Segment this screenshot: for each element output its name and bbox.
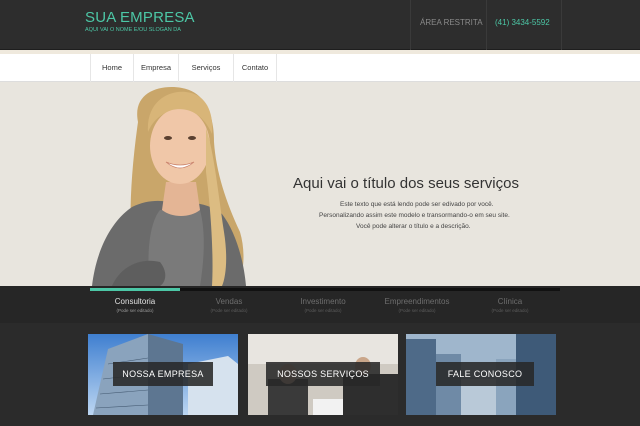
- tab-indicator-track: [180, 288, 560, 291]
- hero-description-line: Este texto que está lendo pode ser ediva…: [340, 201, 494, 208]
- main-nav: Home Empresa Serviços Contato: [0, 54, 640, 82]
- header-divider: [486, 0, 487, 50]
- restricted-area-link[interactable]: ÁREA RESTRITA: [420, 18, 483, 27]
- feature-label-fale-conosco[interactable]: FALE CONOSCO: [436, 362, 534, 386]
- feature-boxes: NOSSA EMPRESA NOSSOS SERVIÇOS FALE CONOS…: [0, 323, 640, 426]
- phone-number: (41) 3434-5592: [495, 18, 550, 27]
- tab-empreendimentos-sub: (Pode ser editado): [398, 308, 436, 313]
- nav-item-empresa[interactable]: Empresa: [133, 54, 178, 82]
- tab-indicator-active: [90, 288, 180, 291]
- hero-banner: Aqui vai o título dos seus serviços Este…: [0, 82, 640, 286]
- logo-slogan: AQUI VAI O NOME E/OU SLOGAN DA: [85, 27, 181, 33]
- hero-description-line: Personalizando assim este modelo e trans…: [319, 212, 510, 219]
- tab-investimento[interactable]: Investimento: [276, 297, 370, 306]
- tab-clinica[interactable]: Clínica: [463, 297, 557, 306]
- feature-label-nossos-servicos[interactable]: NOSSOS SERVIÇOS: [266, 362, 380, 386]
- logo[interactable]: SUA EMPRESA AQUI VAI O NOME E/OU SLOGAN …: [85, 9, 195, 33]
- tab-consultoria-sub: (Pode ser editado): [116, 308, 154, 313]
- tab-investimento-sub: (Pode ser editado): [304, 308, 342, 313]
- site-header: SUA EMPRESA AQUI VAI O NOME E/OU SLOGAN …: [0, 0, 640, 50]
- header-divider: [561, 0, 562, 50]
- nav-item-home[interactable]: Home: [90, 54, 133, 82]
- tab-empreendimentos[interactable]: Empreendimentos: [369, 297, 465, 306]
- feature-box-servicos[interactable]: NOSSOS SERVIÇOS: [248, 334, 398, 415]
- feature-box-contato[interactable]: FALE CONOSCO: [406, 334, 556, 415]
- service-tabs: Consultoria (Pode ser editado) Vendas (P…: [0, 286, 640, 323]
- tab-vendas-sub: (Pode ser editado): [210, 308, 248, 313]
- nav-item-contato[interactable]: Contato: [233, 54, 277, 82]
- feature-box-empresa[interactable]: NOSSA EMPRESA: [88, 334, 238, 415]
- tab-consultoria[interactable]: Consultoria: [88, 297, 182, 306]
- tab-clinica-sub: (Pode ser editado): [491, 308, 529, 313]
- header-divider: [410, 0, 411, 50]
- hero-description-line: Você pode alterar o título e a descrição…: [356, 223, 471, 230]
- hero-title: Aqui vai o título dos seus serviços: [293, 175, 519, 192]
- tab-vendas[interactable]: Vendas: [182, 297, 276, 306]
- nav-item-servicos[interactable]: Serviços: [178, 54, 233, 82]
- feature-label-nossa-empresa[interactable]: NOSSA EMPRESA: [113, 362, 213, 386]
- logo-title[interactable]: SUA EMPRESA: [85, 9, 195, 26]
